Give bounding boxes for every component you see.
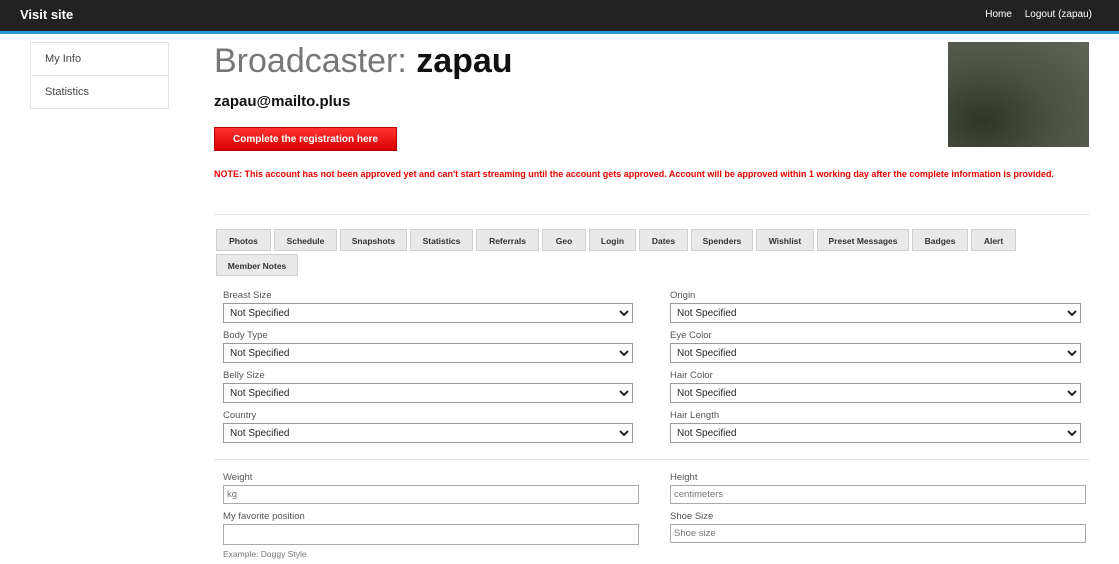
breast-size-field: Breast Size Not Specified [223, 290, 633, 323]
country-label: Country [223, 410, 257, 421]
belly-size-field: Belly Size Not Specified [223, 370, 633, 403]
logout-link[interactable]: Logout (zapau) [1025, 9, 1092, 20]
weight-input[interactable] [223, 485, 639, 504]
breast-size-select[interactable]: Not Specified [223, 303, 633, 323]
height-label: Height [670, 472, 698, 483]
tab-snapshots[interactable]: Snapshots [340, 229, 407, 251]
divider [214, 459, 1089, 460]
top-nav-links: Home Logout (zapau) [975, 9, 1092, 20]
home-link[interactable]: Home [985, 9, 1012, 20]
tab-member-notes[interactable]: Member Notes [216, 254, 298, 276]
hair-length-select[interactable]: Not Specified [670, 423, 1081, 443]
breast-size-label: Breast Size [223, 290, 272, 301]
approval-note: NOTE: This account has not been approved… [214, 169, 1054, 179]
origin-field: Origin Not Specified [670, 290, 1081, 323]
body-type-label: Body Type [223, 330, 268, 341]
tab-preset-messages[interactable]: Preset Messages [817, 229, 909, 251]
hair-length-label: Hair Length [670, 410, 720, 421]
favorite-position-label: My favorite position [223, 511, 305, 522]
visit-site-link[interactable]: Visit site [20, 7, 73, 22]
divider [214, 214, 1089, 215]
broadcaster-email: zapau@mailto.plus [214, 93, 351, 110]
shoe-size-label: Shoe Size [670, 511, 714, 522]
shoe-size-input[interactable] [670, 524, 1086, 543]
belly-size-select[interactable]: Not Specified [223, 383, 633, 403]
hair-color-select[interactable]: Not Specified [670, 383, 1081, 403]
body-type-field: Body Type Not Specified [223, 330, 633, 363]
origin-select[interactable]: Not Specified [670, 303, 1081, 323]
top-navbar: Visit site Home Logout (zapau) [0, 0, 1119, 34]
tab-badges[interactable]: Badges [912, 229, 968, 251]
body-type-select[interactable]: Not Specified [223, 343, 633, 363]
tab-schedule[interactable]: Schedule [274, 229, 337, 251]
height-field: Height [670, 472, 1086, 504]
eye-color-field: Eye Color Not Specified [670, 330, 1081, 363]
tab-referrals[interactable]: Referrals [476, 229, 539, 251]
hair-color-label: Hair Color [670, 370, 713, 381]
weight-field: Weight [223, 472, 639, 504]
broadcaster-name: zapau [416, 42, 513, 80]
complete-registration-button[interactable]: Complete the registration here [214, 127, 397, 151]
favorite-position-help: Example: Doggy Style [223, 549, 307, 559]
eye-color-label: Eye Color [670, 330, 712, 341]
tab-dates[interactable]: Dates [639, 229, 688, 251]
tab-spenders[interactable]: Spenders [691, 229, 753, 251]
profile-photo[interactable] [948, 42, 1089, 147]
hair-length-field: Hair Length Not Specified [670, 410, 1081, 443]
height-input[interactable] [670, 485, 1086, 504]
tab-statistics[interactable]: Statistics [410, 229, 473, 251]
profile-tabs: Photos Schedule Snapshots Statistics Ref… [216, 229, 1096, 279]
hair-color-field: Hair Color Not Specified [670, 370, 1081, 403]
page-title: Broadcaster: zapau [214, 42, 513, 81]
favorite-position-field: My favorite position Example: Doggy Styl… [223, 511, 639, 559]
tab-wishlist[interactable]: Wishlist [756, 229, 814, 251]
page-title-prefix: Broadcaster: [214, 42, 417, 80]
tab-login[interactable]: Login [589, 229, 636, 251]
tab-alert[interactable]: Alert [971, 229, 1016, 251]
sidebar-item-my-info[interactable]: My Info [31, 43, 168, 76]
country-field: Country Not Specified [223, 410, 633, 443]
tab-photos[interactable]: Photos [216, 229, 271, 251]
origin-label: Origin [670, 290, 696, 301]
tab-geo[interactable]: Geo [542, 229, 586, 251]
shoe-size-field: Shoe Size [670, 511, 1086, 543]
eye-color-select[interactable]: Not Specified [670, 343, 1081, 363]
sidebar: My Info Statistics [30, 42, 169, 109]
weight-label: Weight [223, 472, 253, 483]
belly-size-label: Belly Size [223, 370, 265, 381]
country-select[interactable]: Not Specified [223, 423, 633, 443]
sidebar-item-statistics[interactable]: Statistics [31, 76, 168, 108]
favorite-position-input[interactable] [223, 524, 639, 545]
